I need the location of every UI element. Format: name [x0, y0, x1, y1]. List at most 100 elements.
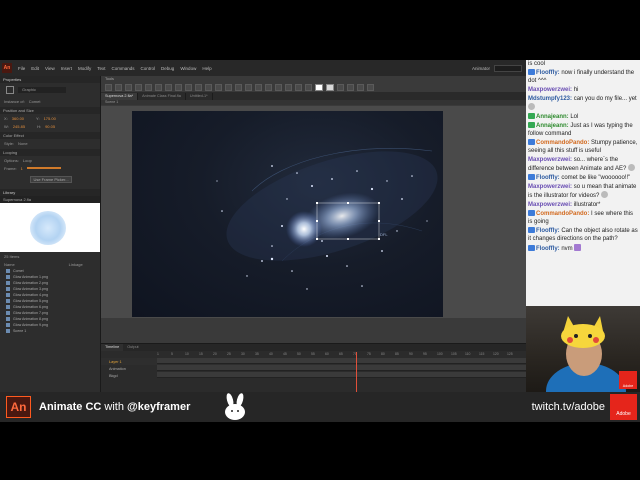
symbol-type-select[interactable]: Graphic	[18, 87, 66, 93]
3d-rotation-tool-icon[interactable]	[135, 83, 142, 91]
chat-text: hi	[573, 87, 579, 93]
chat-text: nvm	[561, 246, 573, 252]
help-search-input[interactable]	[494, 64, 522, 72]
subselection-tool-icon[interactable]	[115, 83, 122, 91]
eraser-tool-icon[interactable]	[265, 83, 272, 91]
document-tabs: Supernova 2.fla* Animate Class Final.fla…	[101, 93, 526, 100]
pen-tool-icon[interactable]	[155, 83, 162, 91]
selection-tool-icon[interactable]	[105, 83, 112, 91]
properties-tab[interactable]: Properties	[0, 76, 100, 83]
snap-icon[interactable]	[347, 83, 354, 91]
frames-row[interactable]	[157, 372, 526, 378]
fill-color-swatch[interactable]	[326, 83, 334, 91]
chat-username[interactable]: Flooffly:	[536, 228, 560, 234]
camera-tool-icon[interactable]	[285, 83, 292, 91]
brush-tool-icon[interactable]	[215, 83, 222, 91]
lasso-tool-icon[interactable]	[145, 83, 152, 91]
oval-tool-icon[interactable]	[195, 83, 202, 91]
chat-username[interactable]: Maxpowerzwei:	[528, 87, 572, 93]
menu-window[interactable]: Window	[177, 66, 199, 71]
chat-username[interactable]: Annajeann:	[536, 114, 569, 120]
chat-username[interactable]: Mdstumpfy123:	[528, 96, 572, 102]
frames-row[interactable]	[157, 358, 526, 364]
text-tool-icon[interactable]	[165, 83, 172, 91]
style-label: Style:	[4, 140, 15, 146]
menu-insert[interactable]: Insert	[58, 66, 75, 71]
xy-row: X: 360.00 Y: 175.00	[0, 114, 100, 122]
chat-username[interactable]: Flooffly:	[536, 70, 560, 76]
options-label: Options:	[4, 157, 19, 163]
stroke-color-swatch[interactable]	[315, 83, 323, 91]
instance-of-value[interactable]: Comet	[29, 99, 41, 104]
tab-animate-class[interactable]: Animate Class Final.fla	[138, 93, 186, 100]
library-col-name[interactable]: Name	[4, 262, 15, 267]
library-document-select[interactable]: Supernova 2.fla	[0, 196, 100, 203]
rectangle-tool-icon[interactable]	[185, 83, 192, 91]
chat-text: is cool	[528, 61, 546, 67]
use-frame-picker-button[interactable]: Use Frame Picker...	[30, 176, 72, 183]
chat-username[interactable]: Flooffly:	[536, 246, 560, 252]
menu-view[interactable]: View	[42, 66, 58, 71]
chat-username[interactable]: Flooffly:	[536, 175, 560, 181]
line-tool-icon[interactable]	[175, 83, 182, 91]
menu-help[interactable]: Help	[199, 66, 214, 71]
tab-output[interactable]: Output	[123, 344, 142, 351]
paint-brush-tool-icon[interactable]	[225, 83, 232, 91]
straighten-icon[interactable]	[367, 83, 374, 91]
y-value[interactable]: 175.00	[44, 116, 56, 121]
tab-untitled[interactable]: Untitled-1*	[186, 93, 213, 100]
chat-username[interactable]: Maxpowerzwei:	[528, 184, 572, 190]
style-select[interactable]: None	[18, 141, 28, 146]
tab-timeline[interactable]: Timeline	[101, 344, 124, 351]
menu-control[interactable]: Control	[138, 66, 159, 71]
animate-logo: An	[2, 63, 12, 73]
library-tab[interactable]: Library	[0, 189, 100, 196]
eyedropper-tool-icon[interactable]	[255, 83, 262, 91]
chat-username[interactable]: CommandoPando:	[536, 211, 589, 217]
frames-row[interactable]	[157, 365, 526, 371]
library-item[interactable]: Scene 1	[0, 328, 100, 334]
swap-colors-icon[interactable]	[337, 83, 344, 91]
h-value[interactable]: 90.05	[45, 124, 55, 129]
menu-commands[interactable]: Commands	[109, 66, 138, 71]
chat-username[interactable]: Maxpowerzwei:	[528, 157, 572, 163]
chat-username[interactable]: Maxpowerzwei:	[528, 202, 572, 208]
width-tool-icon[interactable]	[275, 83, 282, 91]
library-col-linkage[interactable]: Linkage	[69, 262, 83, 267]
ruler-tick: 80	[381, 352, 385, 356]
menu-edit[interactable]: Edit	[28, 66, 42, 71]
chat-username[interactable]: Annajeann:	[536, 123, 569, 129]
menu-modify[interactable]: Modify	[75, 66, 94, 71]
chat-message: Annajeann: Lol	[528, 113, 638, 121]
w-value[interactable]: 245.85	[13, 124, 25, 129]
ruler-tick: 110	[465, 352, 471, 356]
playhead[interactable]	[356, 352, 357, 392]
looping-section[interactable]: Looping	[0, 149, 100, 156]
chat-username[interactable]: CommandoPando:	[536, 140, 589, 146]
smooth-icon[interactable]	[357, 83, 364, 91]
paint-bucket-tool-icon[interactable]	[245, 83, 252, 91]
menu-debug[interactable]: Debug	[158, 66, 177, 71]
ruler-tick: 45	[283, 352, 287, 356]
stage-artwork: DFL	[216, 148, 438, 290]
bone-tool-icon[interactable]	[235, 83, 242, 91]
menu-file[interactable]: File	[15, 66, 28, 71]
chat-text: can you do my file... yet	[573, 96, 637, 102]
stage-canvas[interactable]: DFL	[132, 111, 443, 317]
free-transform-tool-icon[interactable]	[125, 83, 132, 91]
color-effect-section[interactable]: Color Effect	[0, 132, 100, 139]
options-select[interactable]: Loop	[23, 158, 32, 163]
scene-breadcrumb[interactable]: Scene 1	[101, 100, 526, 105]
frame-slider[interactable]	[26, 167, 61, 169]
tab-supernova[interactable]: Supernova 2.fla*	[101, 93, 139, 100]
pencil-tool-icon[interactable]	[205, 83, 212, 91]
position-section[interactable]: Position and Size	[0, 107, 100, 114]
x-value[interactable]: 360.00	[12, 116, 24, 121]
workspace-label[interactable]: Animator	[472, 66, 490, 71]
symbol-header: Graphic	[0, 83, 100, 97]
hand-tool-icon[interactable]	[295, 83, 302, 91]
menu-text[interactable]: Text	[94, 66, 108, 71]
zoom-tool-icon[interactable]	[305, 83, 312, 91]
frame-value[interactable]: 1	[21, 166, 23, 171]
library-item-label: Comet	[13, 269, 24, 273]
